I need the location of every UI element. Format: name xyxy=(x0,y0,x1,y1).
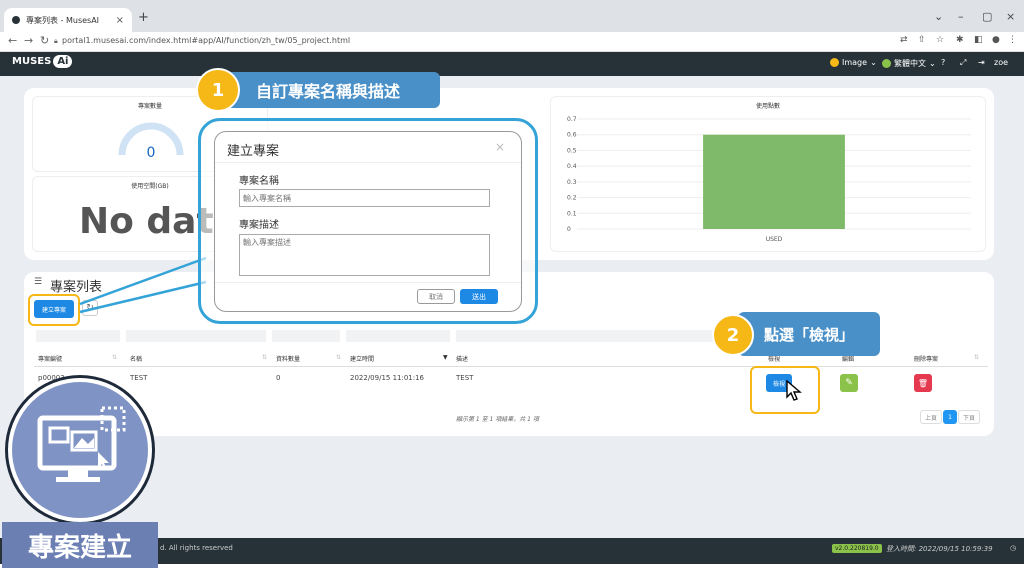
monitor-window-icon xyxy=(37,406,126,482)
create-project-modal: 建立專案 × 專案名稱 專案描述 取消 送出 xyxy=(214,131,522,312)
modal-divider xyxy=(215,162,521,163)
project-name-input[interactable] xyxy=(239,189,490,207)
cancel-button[interactable]: 取消 xyxy=(417,289,455,304)
project-name-label: 專案名稱 xyxy=(239,176,279,187)
modal-close-icon[interactable]: × xyxy=(495,140,505,154)
modal-footer-divider xyxy=(215,282,521,283)
modal-title: 建立專案 xyxy=(227,144,280,159)
project-desc-label: 專案描述 xyxy=(239,220,279,231)
feature-badge-circle xyxy=(8,378,152,522)
project-desc-textarea[interactable] xyxy=(239,234,490,276)
feature-badge-label: 專案建立 xyxy=(2,522,158,568)
submit-button[interactable]: 送出 xyxy=(460,289,498,304)
